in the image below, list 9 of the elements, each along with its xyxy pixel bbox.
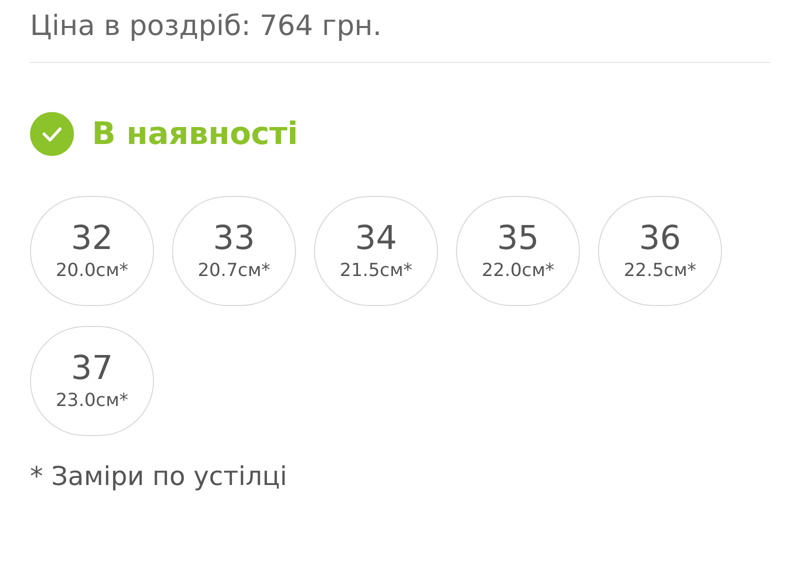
availability-label: В наявності [92, 115, 298, 154]
size-option[interactable]: 34 21.5см* [314, 196, 438, 306]
size-option[interactable]: 32 20.0см* [30, 196, 154, 306]
size-option[interactable]: 37 23.0см* [30, 326, 154, 436]
size-option[interactable]: 33 20.7см* [172, 196, 296, 306]
retail-price: Ціна в роздріб: 764 грн. [30, 8, 383, 44]
footnote: * Заміри по устілці [30, 460, 288, 494]
size-option[interactable]: 35 22.0см* [456, 196, 580, 306]
size-option[interactable]: 36 22.5см* [598, 196, 722, 306]
